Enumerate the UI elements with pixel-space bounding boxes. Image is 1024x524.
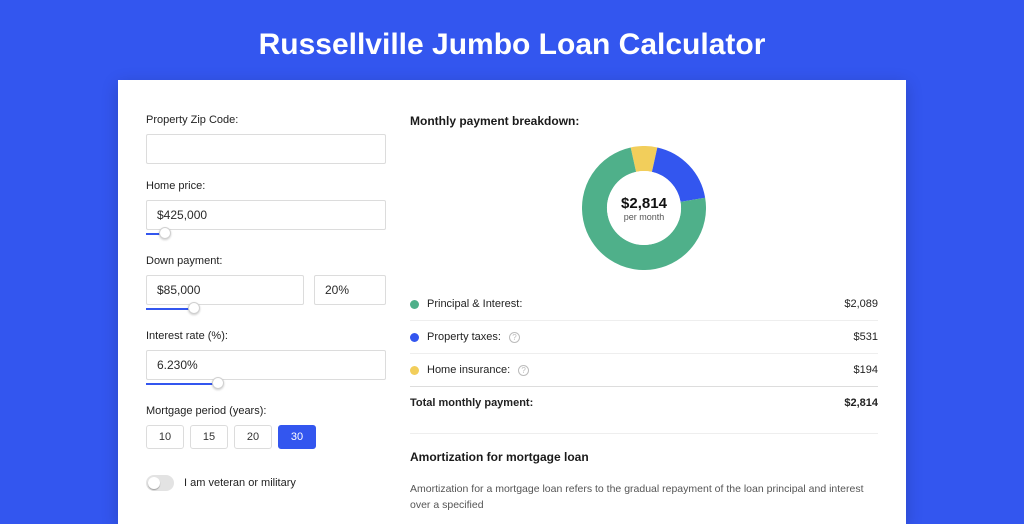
donut-chart: $2,814 per month: [410, 146, 878, 270]
total-row: Total monthly payment: $2,814: [410, 386, 878, 419]
zip-field: Property Zip Code:: [146, 114, 386, 164]
period-field: Mortgage period (years): 10152030: [146, 405, 386, 449]
page-title: Russellville Jumbo Loan Calculator: [0, 0, 1024, 80]
row-value: $194: [854, 364, 878, 376]
legend-dot: [410, 333, 419, 342]
donut-sub: per month: [624, 212, 665, 222]
total-label: Total monthly payment:: [410, 397, 533, 409]
breakdown-rows: Principal & Interest: $2,089 Property taxe…: [410, 288, 878, 386]
rate-input[interactable]: [146, 350, 386, 380]
period-15[interactable]: 15: [190, 425, 228, 449]
amort-body: Amortization for a mortgage loan refers …: [410, 482, 878, 514]
breakdown-row: Principal & Interest: $2,089: [410, 288, 878, 320]
help-icon[interactable]: ?: [509, 332, 520, 343]
legend-dot: [410, 300, 419, 309]
period-20[interactable]: 20: [234, 425, 272, 449]
price-input[interactable]: [146, 200, 386, 230]
help-icon[interactable]: ?: [518, 365, 529, 376]
down-label: Down payment:: [146, 255, 386, 267]
row-label: Property taxes:: [427, 331, 501, 343]
rate-slider[interactable]: [146, 379, 386, 389]
period-buttons: 10152030: [146, 425, 386, 449]
down-percent-input[interactable]: [314, 275, 386, 305]
breakdown-row: Property taxes:? $531: [410, 320, 878, 353]
row-label: Principal & Interest:: [427, 298, 522, 310]
amort-section: Amortization for mortgage loan Amortizat…: [410, 433, 878, 514]
row-value: $2,089: [844, 298, 878, 310]
form-panel: Property Zip Code: Home price: Down paym…: [146, 114, 386, 514]
breakdown-title: Monthly payment breakdown:: [410, 114, 878, 128]
veteran-label: I am veteran or military: [184, 477, 296, 489]
breakdown-row: Home insurance:? $194: [410, 353, 878, 386]
price-field: Home price:: [146, 180, 386, 239]
veteran-row: I am veteran or military: [146, 475, 386, 491]
price-slider[interactable]: [146, 229, 386, 239]
zip-label: Property Zip Code:: [146, 114, 386, 126]
price-label: Home price:: [146, 180, 386, 192]
period-label: Mortgage period (years):: [146, 405, 386, 417]
period-10[interactable]: 10: [146, 425, 184, 449]
donut-center: $2,814 per month: [607, 171, 681, 245]
row-value: $531: [854, 331, 878, 343]
amort-title: Amortization for mortgage loan: [410, 450, 878, 464]
veteran-toggle[interactable]: [146, 475, 174, 491]
calculator-card: Property Zip Code: Home price: Down paym…: [118, 80, 906, 524]
down-field: Down payment:: [146, 255, 386, 314]
row-label: Home insurance:: [427, 364, 510, 376]
down-slider[interactable]: [146, 304, 386, 314]
legend-dot: [410, 366, 419, 375]
breakdown-panel: Monthly payment breakdown: $2,814 per mo…: [410, 114, 878, 514]
donut-amount: $2,814: [621, 195, 667, 212]
rate-field: Interest rate (%):: [146, 330, 386, 389]
down-amount-input[interactable]: [146, 275, 304, 305]
period-30[interactable]: 30: [278, 425, 316, 449]
zip-input[interactable]: [146, 134, 386, 164]
rate-label: Interest rate (%):: [146, 330, 386, 342]
total-value: $2,814: [844, 397, 878, 409]
